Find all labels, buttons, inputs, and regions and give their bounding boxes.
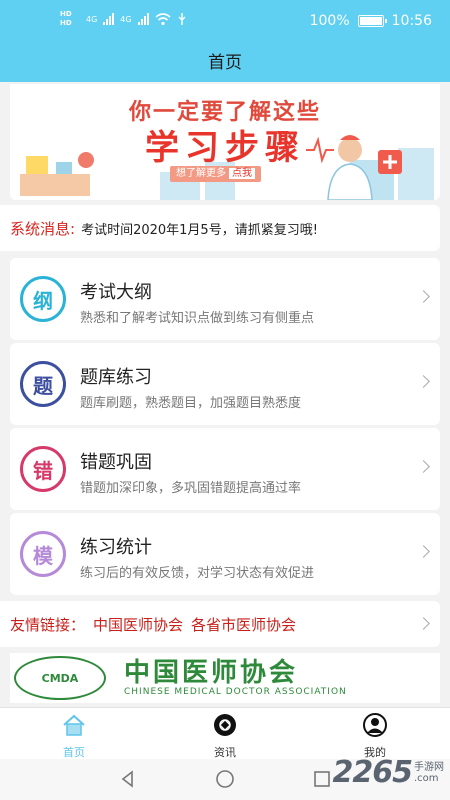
user-icon xyxy=(363,713,387,737)
hd2-label: HD xyxy=(60,19,72,27)
recents-icon[interactable] xyxy=(312,769,332,789)
watermark-number: 2265 xyxy=(332,755,413,790)
mistake-icon: 错 xyxy=(20,446,66,492)
card-description: 练习后的有效反馈，对学习状态有效促进 xyxy=(80,566,315,581)
card-mistake-review[interactable]: 错 错题巩固 错题加深印象，多巩固错题提高通过率 xyxy=(10,428,440,510)
battery-percent: 100% xyxy=(309,13,350,29)
friend-links-label: 友情链接： xyxy=(10,615,86,634)
hd1-label: HD xyxy=(60,10,72,18)
system-message-label: 系统消息: xyxy=(10,219,76,238)
card-title: 题库练习 xyxy=(80,367,152,388)
chevron-right-icon xyxy=(417,617,430,630)
signal-icon xyxy=(103,13,115,25)
aperture-icon xyxy=(214,714,236,736)
status-bar: HD HD 4G 4G 100% 10:56 xyxy=(0,0,450,44)
watermark-suffix: 手游网 xyxy=(414,761,444,773)
tab-mine[interactable]: 我的 xyxy=(335,712,415,760)
banner-button-action[interactable]: 点我 xyxy=(229,168,255,179)
wifi-icon xyxy=(155,12,171,25)
card-question-bank[interactable]: 题 题库练习 题库刷题，熟悉题目，加强题目熟悉度 xyxy=(10,343,440,425)
card-title: 错题巩固 xyxy=(80,452,152,473)
network-type-2: 4G xyxy=(120,14,132,24)
back-icon[interactable] xyxy=(118,769,138,789)
hd-indicator: HD HD xyxy=(60,10,82,28)
tab-news[interactable]: 资讯 xyxy=(185,712,265,760)
cmda-seal-logo: CMDA xyxy=(14,656,106,700)
signal-icon-2 xyxy=(137,13,149,25)
promo-banner[interactable]: 你一定要了解这些 学习步骤 想了解更多 点我 xyxy=(10,84,440,200)
card-title: 练习统计 xyxy=(80,537,152,558)
home-icon xyxy=(63,714,85,736)
link-provincial[interactable]: 各省市医师协会 xyxy=(191,614,296,635)
card-title: 考试大纲 xyxy=(80,282,152,303)
tab-home[interactable]: 首页 xyxy=(34,712,114,760)
friend-links[interactable]: 友情链接： 中国医师协会 各省市医师协会 xyxy=(0,601,440,647)
usb-icon xyxy=(178,13,186,25)
banner-button-text: 想了解更多 xyxy=(176,168,226,179)
card-description: 错题加深印象，多巩固错题提高通过率 xyxy=(80,481,302,496)
card-practice-stats[interactable]: 模 练习统计 练习后的有效反馈，对学习状态有效促进 xyxy=(10,513,440,595)
cmda-logo-banner[interactable]: CMDA 中国医师协会 CHINESE MEDICAL DOCTOR ASSOC… xyxy=(10,653,440,703)
clock: 10:56 xyxy=(391,13,432,29)
banner-more-button[interactable]: 想了解更多 点我 xyxy=(170,166,261,182)
site-watermark: 2265 手游网 .com xyxy=(333,755,445,790)
chevron-right-icon xyxy=(417,545,430,558)
card-exam-outline[interactable]: 纲 考试大纲 熟悉和了解考试知识点做到练习有侧重点 xyxy=(10,258,440,340)
tab-home-label: 首页 xyxy=(63,746,85,759)
mock-icon: 模 xyxy=(20,531,66,577)
system-message-text: 考试时间2020年1月5号，请抓紧复习哦! xyxy=(81,222,318,238)
system-message[interactable]: 系统消息: 考试时间2020年1月5号，请抓紧复习哦! xyxy=(0,205,440,251)
cmda-english-name: CHINESE MEDICAL DOCTOR ASSOCIATION xyxy=(124,687,347,697)
card-description: 题库刷题，熟悉题目，加强题目熟悉度 xyxy=(80,396,302,411)
chevron-right-icon xyxy=(417,460,430,473)
chevron-right-icon xyxy=(417,375,430,388)
cmda-chinese-name: 中国医师协会 xyxy=(124,658,299,688)
watermark-dot: .com xyxy=(414,772,439,784)
outline-icon: 纲 xyxy=(20,276,66,322)
bottom-tab-bar: 首页 资讯 我的 xyxy=(0,707,450,759)
card-description: 熟悉和了解考试知识点做到练习有侧重点 xyxy=(80,311,315,326)
tab-news-label: 资讯 xyxy=(214,746,236,759)
network-type-1: 4G xyxy=(86,14,98,24)
link-cmda[interactable]: 中国医师协会 xyxy=(93,614,183,635)
page-title: 首页 xyxy=(208,53,242,73)
app-header-area: HD HD 4G 4G 100% 10:56 首页 xyxy=(0,0,450,82)
battery-icon xyxy=(357,15,387,27)
chevron-right-icon xyxy=(417,290,430,303)
banner-title: 学习步骤 xyxy=(145,128,305,168)
question-icon: 题 xyxy=(20,361,66,407)
home-circle-icon[interactable] xyxy=(215,769,235,789)
